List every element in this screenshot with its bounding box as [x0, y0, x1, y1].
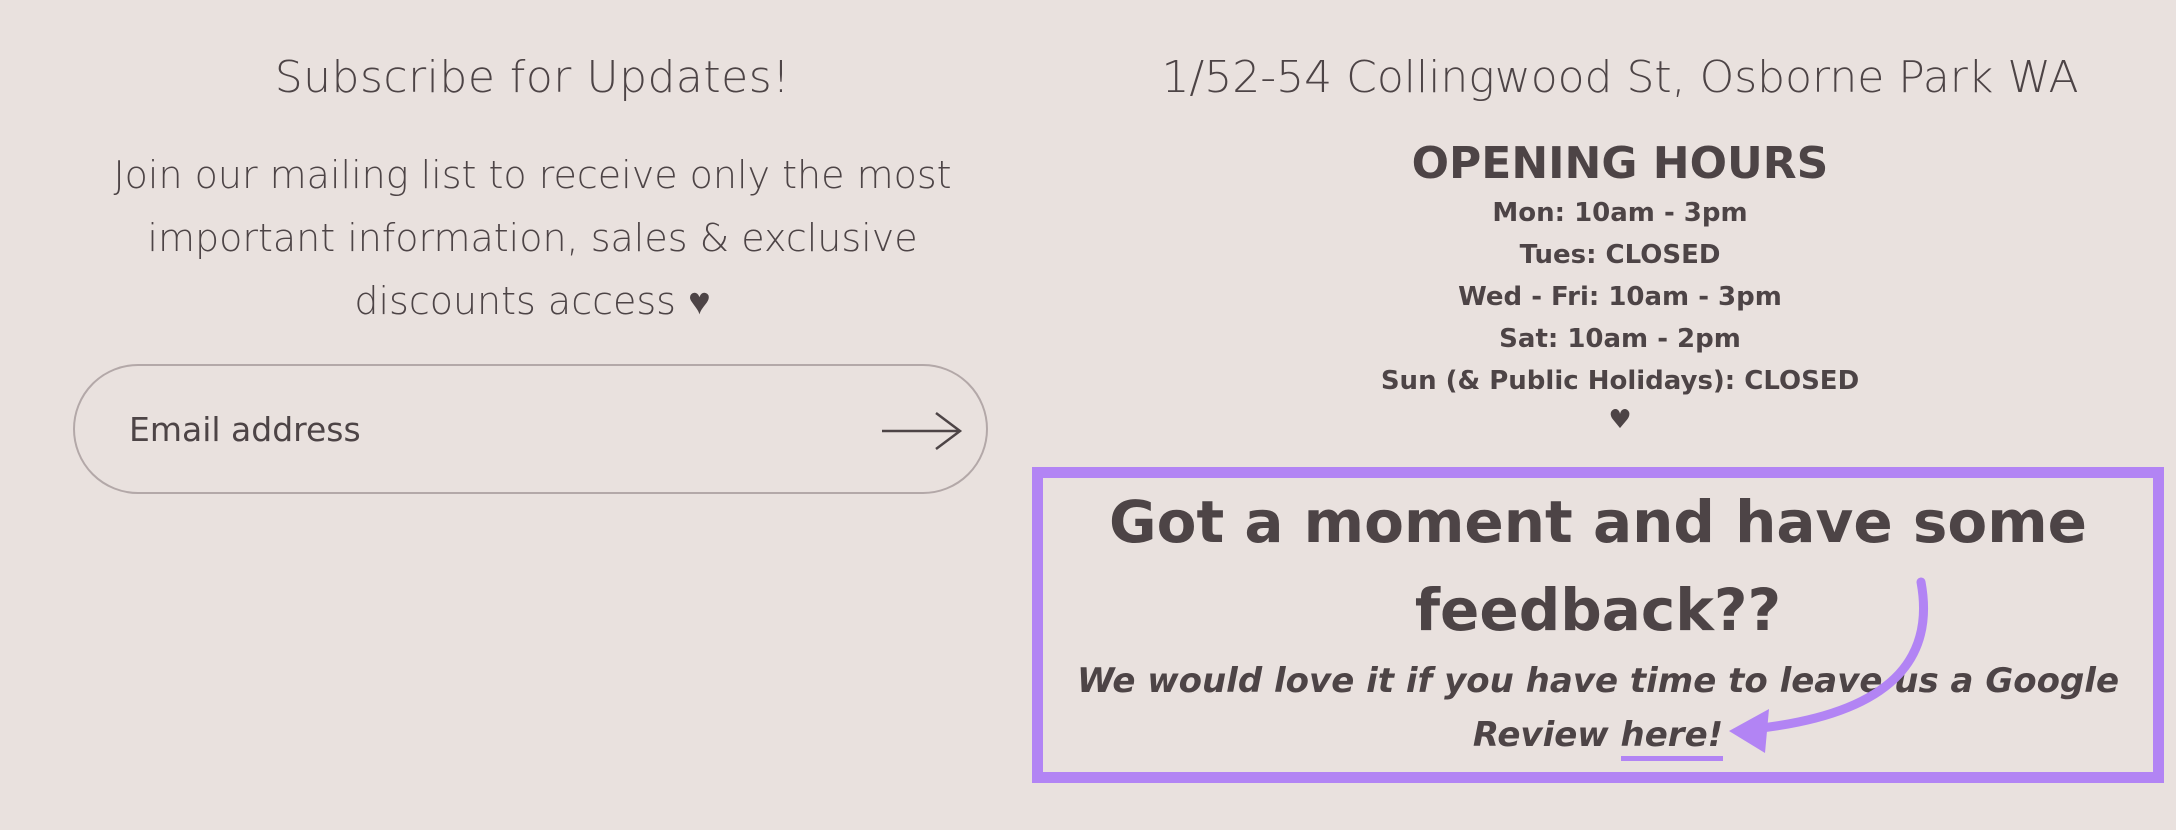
feedback-message-text: We would love it if you have time to lea…: [1076, 661, 2120, 755]
feedback-message: We would love it if you have time to lea…: [1043, 654, 2153, 762]
arrow-right-icon[interactable]: [880, 403, 964, 459]
hours-row-tues: Tues: CLOSED: [1519, 240, 1721, 270]
feedback-heading: Got a moment and have some feedback??: [1108, 488, 2087, 644]
opening-hours-list: Mon: 10am - 3pm Tues: CLOSED Wed - Fri: …: [1030, 192, 2176, 402]
subscribe-description-text: Join our mailing list to receive only th…: [113, 153, 952, 323]
heart-icon: ♥: [688, 279, 711, 323]
subscribe-heading: Subscribe for Updates!: [274, 52, 791, 103]
email-signup-form: [73, 364, 988, 494]
newsletter-section: Subscribe for Updates! Join our mailing …: [60, 50, 1005, 333]
hours-row-sat: Sat: 10am - 2pm: [1499, 324, 1741, 354]
store-address: 1/52-54 Collingwood St, Osborne Park WA: [1161, 52, 2079, 103]
email-field[interactable]: [129, 366, 889, 492]
opening-hours-heading: OPENING HOURS: [1411, 138, 1829, 189]
google-review-link[interactable]: here!: [1620, 715, 1724, 761]
hours-row-wed-fri: Wed - Fri: 10am - 3pm: [1458, 282, 1782, 312]
heart-icon: ♥: [1608, 405, 1632, 435]
hours-row-mon: Mon: 10am - 3pm: [1492, 198, 1748, 228]
store-info-section: 1/52-54 Collingwood St, Osborne Park WA …: [1030, 50, 2176, 438]
subscribe-description: Join our mailing list to receive only th…: [60, 144, 1005, 333]
feedback-highlight-box: Got a moment and have some feedback?? We…: [1032, 467, 2164, 783]
hours-row-sun: Sun (& Public Holidays): CLOSED: [1380, 366, 1860, 396]
